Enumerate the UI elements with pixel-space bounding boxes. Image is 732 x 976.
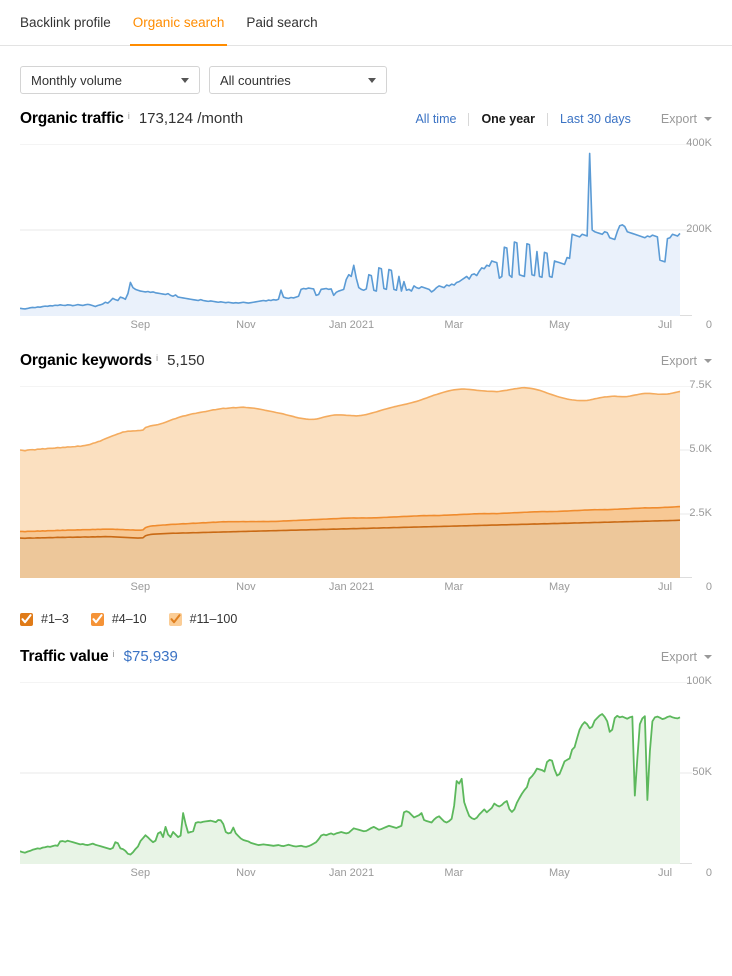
xtick-label: Mar [444, 581, 464, 593]
xtick-label: Jul [657, 319, 673, 331]
legend-item-11-100[interactable]: #11–100 [168, 612, 238, 626]
tab-organic-search[interactable]: Organic search [122, 0, 236, 46]
organic-traffic-value: 173,124 /month [138, 110, 244, 127]
legend-label-11-100: #11–100 [189, 612, 238, 626]
legend-label-1-3: #1–3 [41, 612, 69, 626]
legend-label-4-10: #4–10 [111, 612, 147, 626]
monthly-volume-select-label: Monthly volume [31, 72, 123, 88]
xtick-label: May [549, 319, 570, 331]
checkbox-4-10[interactable] [90, 612, 104, 626]
traffic-value-chart[interactable] [20, 682, 712, 864]
xtick-label: Jul [657, 867, 673, 879]
organic-keywords-title: Organic keywords [20, 352, 152, 369]
export-label: Export [660, 112, 697, 126]
traffic-value-section: Traffic value i $75,939 Export [0, 648, 732, 682]
ytick-label: 5.0K [689, 443, 712, 455]
chevron-down-icon [704, 359, 712, 363]
range-all-time[interactable]: All time [403, 112, 468, 126]
traffic-value-chart-wrap: 50K 100K [0, 676, 732, 864]
export-organic-traffic-button[interactable]: Export [661, 112, 712, 126]
xtick-label: Nov [236, 867, 256, 879]
legend-item-4-10[interactable]: #4–10 [90, 612, 147, 626]
xtick-label: Jul [657, 581, 673, 593]
traffic-value-header: Traffic value i $75,939 Export [20, 648, 712, 682]
organic-keywords-xaxis: Sep Nov Jan 2021 Mar May Jul 0 [20, 578, 712, 598]
xtick-label: Jan 2021 [328, 867, 375, 879]
organic-keywords-header: Organic keywords i 5,150 Export [20, 352, 712, 386]
xtick-label: May [549, 581, 570, 593]
tab-paid-search[interactable]: Paid search [235, 0, 328, 45]
info-icon[interactable]: i [113, 649, 115, 660]
country-select-label: All countries [220, 72, 291, 88]
organic-keywords-chart-wrap: 2.5K 5.0K 7.5K [0, 380, 732, 578]
organic-keywords-value: 5,150 [167, 352, 205, 369]
organic-traffic-xaxis: Sep Nov Jan 2021 Mar May Jul 0 [20, 316, 712, 336]
xtick-label: Nov [236, 581, 256, 593]
export-label: Export [660, 354, 697, 368]
ytick-label: 400K [686, 137, 712, 149]
tab-backlink-profile[interactable]: Backlink profile [20, 0, 122, 45]
xtick-label: Sep [130, 319, 151, 331]
checkbox-1-3[interactable] [20, 612, 33, 626]
traffic-value-title: Traffic value [20, 648, 109, 665]
chevron-down-icon [368, 77, 376, 83]
chevron-down-icon [704, 117, 712, 121]
info-icon[interactable]: i [128, 111, 130, 122]
organic-traffic-title: Organic traffic [20, 110, 124, 127]
ytick-label: 100K [686, 675, 712, 687]
organic-keywords-section: Organic keywords i 5,150 Export [0, 352, 732, 386]
monthly-volume-select[interactable]: Monthly volume [20, 66, 200, 94]
traffic-value-xaxis: Sep Nov Jan 2021 Mar May Jul 0 [20, 864, 712, 884]
export-label: Export [660, 650, 697, 664]
ytick-label: 50K [692, 766, 712, 778]
xtick-label: Jan 2021 [328, 319, 375, 331]
xtick-label: Sep [130, 581, 151, 593]
legend-item-1-3[interactable]: #1–3 [20, 612, 69, 626]
traffic-value-amount: $75,939 [123, 648, 178, 665]
ytick-label: 200K [686, 223, 712, 235]
ytick-label-zero: 0 [705, 867, 712, 879]
ytick-label-zero: 0 [705, 319, 712, 331]
ytick-label-zero: 0 [705, 581, 712, 593]
country-select[interactable]: All countries [209, 66, 387, 94]
ytick-label: 7.5K [689, 379, 712, 391]
xtick-label: Mar [444, 867, 464, 879]
ytick-label: 2.5K [689, 507, 712, 519]
organic-keywords-legend: #1–3 #4–10 #11–100 [0, 598, 732, 626]
filter-bar: Monthly volume All countries [0, 46, 732, 94]
info-icon[interactable]: i [156, 353, 158, 364]
xtick-label: Jan 2021 [328, 581, 375, 593]
organic-traffic-section: Organic traffic i 173,124 /month All tim… [0, 110, 732, 144]
range-last-30-days[interactable]: Last 30 days [548, 112, 643, 126]
xtick-label: Mar [444, 319, 464, 331]
chevron-down-icon [704, 655, 712, 659]
organic-traffic-chart[interactable] [20, 144, 712, 316]
range-one-year[interactable]: One year [469, 112, 547, 126]
tab-bar: Backlink profile Organic search Paid sea… [0, 0, 732, 46]
organic-traffic-chart-wrap: 200K 400K [0, 138, 732, 316]
xtick-label: May [549, 867, 570, 879]
range-selector: All time One year Last 30 days [403, 112, 642, 126]
organic-keywords-chart[interactable] [20, 386, 712, 578]
xtick-label: Nov [236, 319, 256, 331]
checkbox-11-100[interactable] [168, 612, 182, 626]
chevron-down-icon [181, 77, 189, 83]
organic-traffic-header: Organic traffic i 173,124 /month All tim… [20, 110, 712, 144]
export-traffic-value-button[interactable]: Export [661, 650, 712, 664]
xtick-label: Sep [130, 867, 151, 879]
export-organic-keywords-button[interactable]: Export [661, 354, 712, 368]
